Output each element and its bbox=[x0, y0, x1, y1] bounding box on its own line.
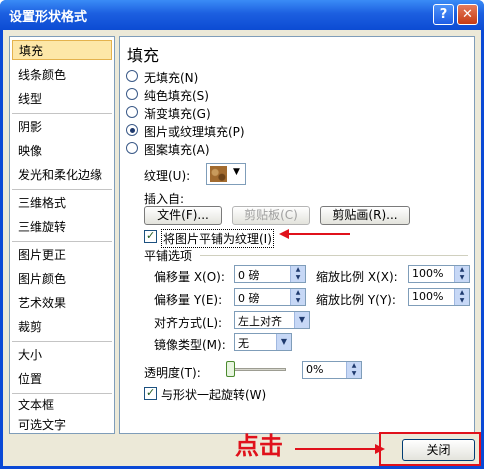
scale-x-value: 100% bbox=[412, 267, 444, 280]
texture-dropdown[interactable]: ▼ bbox=[206, 163, 246, 185]
mirror-type-select[interactable]: 无 ▼ bbox=[234, 333, 292, 351]
sidebar-item-alt-text[interactable]: 可选文字 bbox=[12, 415, 112, 435]
format-shape-dialog: 设置形状格式 ? ✕ 填充 线条颜色 线型 阴影 映像 发光和柔化边缘 三维格式… bbox=[0, 0, 484, 469]
scale-y-spinner[interactable]: 100% ▲ ▼ bbox=[408, 288, 470, 306]
panel-heading: 填充 bbox=[127, 46, 160, 65]
scale-x-label: 缩放比例 X(X): bbox=[316, 270, 398, 284]
sidebar-item-size[interactable]: 大小 bbox=[12, 345, 112, 365]
category-list: 填充 线条颜色 线型 阴影 映像 发光和柔化边缘 三维格式 三维旋转 图片更正 … bbox=[9, 36, 115, 434]
sidebar-item-crop[interactable]: 裁剪 bbox=[12, 317, 112, 337]
radio-pattern-fill-label[interactable]: 图案填充(A) bbox=[144, 141, 210, 158]
tile-texture-checkbox[interactable] bbox=[144, 229, 157, 243]
sidebar-divider bbox=[12, 189, 112, 190]
title-bar[interactable]: 设置形状格式 ? ✕ bbox=[0, 0, 484, 30]
scale-x-spinner[interactable]: 100% ▲ ▼ bbox=[408, 265, 470, 283]
sidebar-item-3d-rotation[interactable]: 三维旋转 bbox=[12, 217, 112, 237]
sidebar-item-line-color[interactable]: 线条颜色 bbox=[12, 65, 112, 85]
chevron-down-icon: ▼ bbox=[233, 167, 240, 177]
transparency-value: 0% bbox=[306, 363, 324, 376]
rotate-with-shape-label[interactable]: 与形状一起旋转(W) bbox=[161, 386, 266, 403]
radio-gradient-fill-label[interactable]: 渐变填充(G) bbox=[144, 105, 211, 122]
transparency-slider-track[interactable] bbox=[226, 368, 286, 371]
title-close-button[interactable]: ✕ bbox=[457, 4, 478, 25]
transparency-label: 透明度(T): bbox=[144, 366, 201, 380]
spinner-arrows-icon[interactable]: ▲ ▼ bbox=[290, 289, 305, 305]
sidebar-item-3d-format[interactable]: 三维格式 bbox=[12, 193, 112, 213]
annotation-arrow-line bbox=[295, 448, 377, 450]
spinner-arrows-icon[interactable]: ▲ ▼ bbox=[290, 266, 305, 282]
section-divider bbox=[200, 255, 468, 256]
sidebar-item-line-style[interactable]: 线型 bbox=[12, 89, 112, 109]
radio-gradient-fill[interactable] bbox=[126, 106, 138, 118]
sidebar-divider bbox=[12, 341, 112, 342]
dialog-body: 填充 线条颜色 线型 阴影 映像 发光和柔化边缘 三维格式 三维旋转 图片更正 … bbox=[3, 30, 481, 466]
sidebar-item-position[interactable]: 位置 bbox=[12, 369, 112, 389]
clipart-button[interactable]: 剪贴画(R)... bbox=[320, 206, 410, 225]
sidebar-divider bbox=[12, 393, 112, 394]
sidebar-divider bbox=[12, 241, 112, 242]
radio-solid-fill-label[interactable]: 纯色填充(S) bbox=[144, 87, 209, 104]
rotate-with-shape-checkbox[interactable] bbox=[144, 386, 157, 400]
sidebar-item-fill[interactable]: 填充 bbox=[12, 40, 112, 60]
offset-x-spinner[interactable]: 0 磅 ▲ ▼ bbox=[234, 265, 306, 283]
radio-solid-fill[interactable] bbox=[126, 88, 138, 100]
mirror-type-label: 镜像类型(M): bbox=[154, 338, 226, 352]
tile-options-heading: 平铺选项 bbox=[144, 249, 193, 263]
insert-from-label: 插入自: bbox=[144, 192, 185, 206]
annotation-arrow-line bbox=[287, 233, 350, 235]
offset-y-label: 偏移量 Y(E): bbox=[154, 293, 223, 307]
spinner-arrows-icon[interactable]: ▲ ▼ bbox=[346, 362, 361, 378]
file-button[interactable]: 文件(F)... bbox=[144, 206, 222, 225]
sidebar-item-glow-soft-edges[interactable]: 发光和柔化边缘 bbox=[12, 165, 112, 185]
dialog-title: 设置形状格式 bbox=[9, 10, 88, 25]
sidebar-item-shadow[interactable]: 阴影 bbox=[12, 117, 112, 137]
alignment-label: 对齐方式(L): bbox=[154, 316, 223, 330]
wood-texture-icon bbox=[210, 166, 227, 182]
texture-label: 纹理(U): bbox=[144, 169, 191, 183]
sidebar-divider bbox=[12, 113, 112, 114]
mirror-type-value: 无 bbox=[238, 337, 249, 350]
sidebar-item-picture-color[interactable]: 图片颜色 bbox=[12, 269, 112, 289]
radio-picture-texture-fill-label[interactable]: 图片或纹理填充(P) bbox=[144, 123, 245, 140]
spinner-arrows-icon[interactable]: ▲ ▼ bbox=[454, 266, 469, 282]
offset-x-label: 偏移量 X(O): bbox=[154, 270, 225, 284]
alignment-value: 左上对齐 bbox=[238, 315, 282, 328]
sidebar-item-text-box[interactable]: 文本框 bbox=[12, 395, 112, 415]
alignment-select[interactable]: 左上对齐 ▼ bbox=[234, 311, 310, 329]
scale-y-value: 100% bbox=[412, 290, 444, 303]
tile-texture-label[interactable]: 将图片平铺为纹理(I) bbox=[161, 229, 274, 248]
sidebar-item-artistic-effects[interactable]: 艺术效果 bbox=[12, 293, 112, 313]
offset-y-value: 0 磅 bbox=[238, 292, 260, 305]
offset-x-value: 0 磅 bbox=[238, 269, 260, 282]
close-button[interactable]: 关闭 bbox=[402, 439, 475, 461]
transparency-spinner[interactable]: 0% ▲ ▼ bbox=[302, 361, 362, 379]
spinner-arrows-icon[interactable]: ▲ ▼ bbox=[454, 289, 469, 305]
clipboard-button[interactable]: 剪贴板(C) bbox=[232, 206, 310, 225]
chevron-down-icon[interactable]: ▼ bbox=[294, 312, 309, 328]
help-button[interactable]: ? bbox=[433, 4, 454, 25]
offset-y-spinner[interactable]: 0 磅 ▲ ▼ bbox=[234, 288, 306, 306]
sidebar-item-reflection[interactable]: 映像 bbox=[12, 141, 112, 161]
annotation-click-text: 点击 bbox=[235, 431, 283, 460]
scale-y-label: 缩放比例 Y(Y): bbox=[316, 293, 396, 307]
fill-panel: 填充 无填充(N) 纯色填充(S) 渐变填充(G) 图片或纹理填充(P) 图案填… bbox=[119, 36, 475, 434]
chevron-down-icon[interactable]: ▼ bbox=[276, 334, 291, 350]
radio-pattern-fill[interactable] bbox=[126, 142, 138, 154]
radio-no-fill[interactable] bbox=[126, 70, 138, 82]
radio-picture-texture-fill[interactable] bbox=[126, 124, 138, 136]
radio-no-fill-label[interactable]: 无填充(N) bbox=[144, 69, 198, 86]
transparency-slider-thumb[interactable] bbox=[226, 361, 235, 377]
sidebar-item-picture-corrections[interactable]: 图片更正 bbox=[12, 245, 112, 265]
